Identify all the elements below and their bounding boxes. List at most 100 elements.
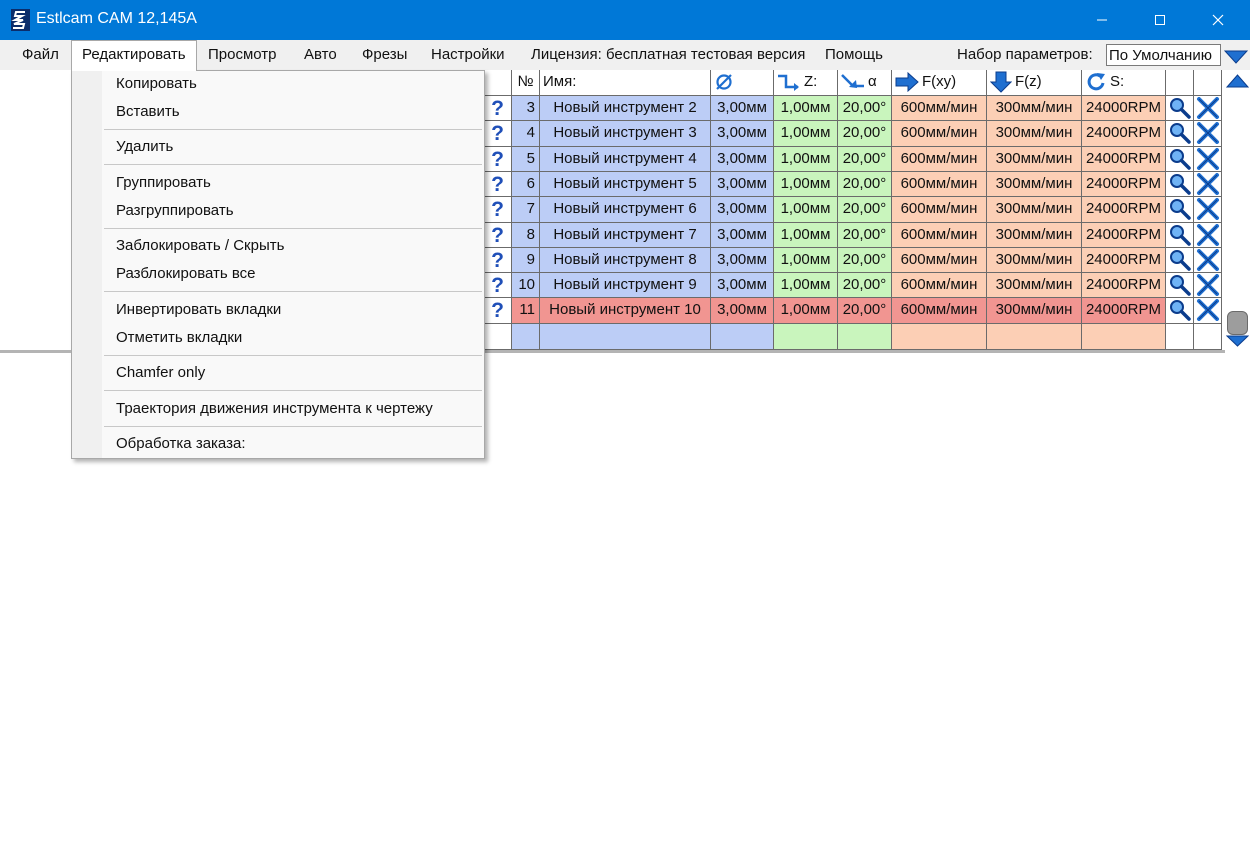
table-cell-fz[interactable]: 300мм/мин bbox=[987, 147, 1082, 172]
table-cell-fz[interactable]: 300мм/мин bbox=[987, 273, 1082, 298]
menu-item-ungroup[interactable]: Разгруппировать bbox=[116, 201, 234, 221]
tool-name-cell[interactable]: Новый инструмент 10 bbox=[540, 298, 711, 324]
table-cell-num[interactable]: 3 bbox=[512, 96, 540, 121]
empty-row-cell[interactable] bbox=[987, 324, 1082, 350]
table-cell-z[interactable]: 1,00мм bbox=[774, 172, 838, 197]
menu-item-lock-hide[interactable]: Заблокировать / Скрыть bbox=[116, 236, 284, 256]
table-cell-fz[interactable]: 300мм/мин bbox=[987, 248, 1082, 273]
table-cell-s[interactable]: 24000RPM bbox=[1082, 172, 1166, 197]
column-header-name[interactable]: Имя: bbox=[540, 70, 711, 96]
table-cell-fz[interactable]: 300мм/мин bbox=[987, 121, 1082, 147]
table-cell-fz[interactable]: 300мм/мин bbox=[987, 96, 1082, 121]
menu-item-toolpath-to-drawing[interactable]: Траектория движения инструмента к чертеж… bbox=[116, 399, 433, 419]
table-cell-d[interactable]: 3,00мм bbox=[711, 273, 774, 298]
table-cell-num[interactable]: 5 bbox=[512, 147, 540, 172]
table-cell-delete[interactable] bbox=[1194, 197, 1222, 223]
menu-help[interactable]: Помощь bbox=[815, 40, 893, 70]
table-cell-a[interactable]: 20,00° bbox=[838, 121, 892, 147]
table-cell-num[interactable]: 4 bbox=[512, 121, 540, 147]
table-cell-a[interactable]: 20,00° bbox=[838, 96, 892, 121]
tool-name-cell[interactable]: Новый инструмент 3 bbox=[540, 121, 711, 147]
empty-row-cell[interactable] bbox=[1082, 324, 1166, 350]
table-cell-a[interactable]: 20,00° bbox=[838, 248, 892, 273]
table-cell-fxy[interactable]: 600мм/мин bbox=[892, 197, 987, 223]
tool-name-cell[interactable]: Новый инструмент 5 bbox=[540, 172, 711, 197]
tool-name-cell[interactable]: Новый инструмент 7 bbox=[540, 223, 711, 248]
help-icon[interactable]: ? bbox=[484, 96, 512, 121]
menu-item-paste[interactable]: Вставить bbox=[116, 102, 180, 122]
table-cell-s[interactable]: 24000RPM bbox=[1082, 147, 1166, 172]
table-cell-d[interactable]: 3,00мм bbox=[711, 96, 774, 121]
column-header-del[interactable] bbox=[1194, 70, 1222, 96]
table-cell-fxy[interactable]: 600мм/мин bbox=[892, 273, 987, 298]
table-cell-num[interactable]: 6 bbox=[512, 172, 540, 197]
scroll-up-icon[interactable] bbox=[1226, 74, 1249, 88]
help-icon[interactable]: ? bbox=[484, 298, 512, 324]
table-cell-z[interactable]: 1,00мм bbox=[774, 298, 838, 324]
column-header-d[interactable] bbox=[711, 70, 774, 96]
table-cell-fz[interactable]: 300мм/мин bbox=[987, 223, 1082, 248]
menu-edit[interactable]: Редактировать bbox=[71, 40, 197, 71]
maximize-button[interactable] bbox=[1132, 0, 1190, 40]
table-cell-delete[interactable] bbox=[1194, 172, 1222, 197]
table-cell-delete[interactable] bbox=[1194, 298, 1222, 324]
table-cell-s[interactable]: 24000RPM bbox=[1082, 96, 1166, 121]
table-cell-s[interactable]: 24000RPM bbox=[1082, 121, 1166, 147]
menu-item-chamfer-only[interactable]: Chamfer only bbox=[116, 363, 205, 383]
empty-row-cell[interactable] bbox=[540, 324, 711, 350]
table-cell-fz[interactable]: 300мм/мин bbox=[987, 197, 1082, 223]
table-cell-s[interactable]: 24000RPM bbox=[1082, 248, 1166, 273]
column-header-find[interactable] bbox=[1166, 70, 1194, 96]
vertical-scrollbar[interactable] bbox=[1225, 70, 1250, 350]
table-cell-a[interactable]: 20,00° bbox=[838, 197, 892, 223]
table-cell-d[interactable]: 3,00мм bbox=[711, 147, 774, 172]
table-cell-z[interactable]: 1,00мм bbox=[774, 223, 838, 248]
menu-item-group[interactable]: Группировать bbox=[116, 173, 211, 193]
empty-row-cell[interactable] bbox=[1194, 324, 1222, 350]
menu-tools[interactable]: Фрезы bbox=[352, 40, 417, 70]
table-cell-z[interactable]: 1,00мм bbox=[774, 197, 838, 223]
tool-name-cell[interactable]: Новый инструмент 9 bbox=[540, 273, 711, 298]
menu-item-invert-tabs[interactable]: Инвертировать вкладки bbox=[116, 300, 281, 320]
tool-name-cell[interactable]: Новый инструмент 4 bbox=[540, 147, 711, 172]
menu-item-delete[interactable]: Удалить bbox=[116, 137, 173, 157]
table-cell-s[interactable]: 24000RPM bbox=[1082, 298, 1166, 324]
table-cell-num[interactable]: 7 bbox=[512, 197, 540, 223]
empty-row-cell[interactable] bbox=[711, 324, 774, 350]
column-header-z[interactable]: Z: bbox=[774, 70, 838, 96]
help-icon[interactable]: ? bbox=[484, 248, 512, 273]
table-cell-delete[interactable] bbox=[1194, 273, 1222, 298]
table-cell-delete[interactable] bbox=[1194, 121, 1222, 147]
table-cell-fxy[interactable]: 600мм/мин bbox=[892, 121, 987, 147]
table-cell-z[interactable]: 1,00мм bbox=[774, 96, 838, 121]
menu-item-copy[interactable]: Копировать bbox=[116, 74, 197, 94]
tool-name-cell[interactable]: Новый инструмент 2 bbox=[540, 96, 711, 121]
menu-item-order-processing[interactable]: Обработка заказа: bbox=[116, 434, 246, 454]
table-cell-d[interactable]: 3,00мм bbox=[711, 298, 774, 324]
close-button[interactable] bbox=[1190, 0, 1248, 40]
table-cell-a[interactable]: 20,00° bbox=[838, 298, 892, 324]
table-cell-fxy[interactable]: 600мм/мин bbox=[892, 172, 987, 197]
table-cell-d[interactable]: 3,00мм bbox=[711, 172, 774, 197]
column-header-num[interactable]: № bbox=[512, 70, 540, 96]
column-header-fz[interactable]: F(z) bbox=[987, 70, 1082, 96]
tool-name-cell[interactable]: Новый инструмент 6 bbox=[540, 197, 711, 223]
scrollbar-thumb[interactable] bbox=[1227, 311, 1248, 335]
empty-row-cell[interactable] bbox=[484, 324, 512, 350]
table-cell-find[interactable] bbox=[1166, 197, 1194, 223]
table-cell-z[interactable]: 1,00мм bbox=[774, 248, 838, 273]
table-cell-a[interactable]: 20,00° bbox=[838, 147, 892, 172]
table-cell-num[interactable]: 11 bbox=[512, 298, 540, 324]
minimize-button[interactable] bbox=[1074, 0, 1132, 40]
table-cell-z[interactable]: 1,00мм bbox=[774, 273, 838, 298]
table-cell-find[interactable] bbox=[1166, 273, 1194, 298]
help-icon[interactable]: ? bbox=[484, 197, 512, 223]
help-icon[interactable]: ? bbox=[484, 273, 512, 298]
empty-row-cell[interactable] bbox=[1166, 324, 1194, 350]
empty-row-cell[interactable] bbox=[838, 324, 892, 350]
table-cell-find[interactable] bbox=[1166, 248, 1194, 273]
empty-row-cell[interactable] bbox=[774, 324, 838, 350]
table-cell-a[interactable]: 20,00° bbox=[838, 172, 892, 197]
menu-file[interactable]: Файл bbox=[12, 40, 69, 70]
table-cell-num[interactable]: 10 bbox=[512, 273, 540, 298]
